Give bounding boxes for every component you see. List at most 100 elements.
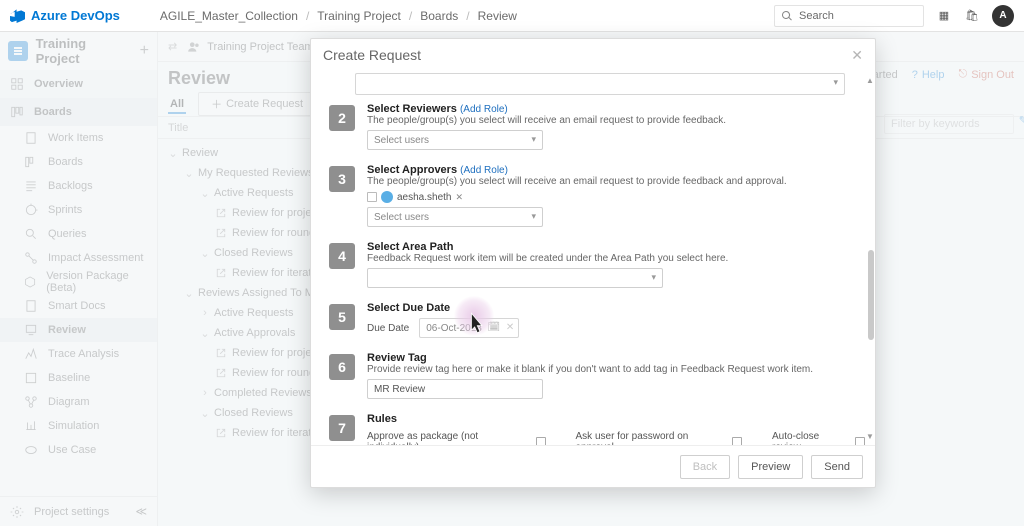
rule-approve-package[interactable]: Approve as package (not individually) — [367, 431, 546, 445]
nav-label: Review — [48, 324, 86, 336]
checkbox-icon[interactable] — [367, 192, 377, 202]
nav-version[interactable]: Version Package (Beta) — [0, 270, 157, 294]
nav-label: Sprints — [48, 204, 82, 216]
duedate-input[interactable]: 06-Oct-2023 🗓 ✕ — [419, 318, 519, 338]
step-reviewers: 2 Select Reviewers (Add Role) The people… — [329, 103, 865, 150]
step-reviewtag: 6 Review Tag Provide review tag here or … — [329, 352, 865, 399]
step-badge: 3 — [329, 166, 355, 192]
add-project-button[interactable]: + — [140, 42, 149, 60]
rule-autoclose[interactable]: Auto-close review — [772, 431, 865, 445]
nav-usecase[interactable]: Use Case — [0, 438, 157, 462]
nav-overview[interactable]: Overview — [0, 70, 157, 98]
search-placeholder: Search — [799, 10, 834, 22]
usecase-icon — [24, 443, 38, 457]
nav-impact[interactable]: Impact Assessment — [0, 246, 157, 270]
back-button[interactable]: Back — [680, 455, 730, 479]
dialog-header: Create Request ✕ — [311, 39, 875, 71]
team-picker[interactable]: Training Project Team ⌄ — [187, 40, 327, 54]
header-tools: ▦ 🛍 A — [936, 5, 1014, 27]
project-header[interactable]: Training Project + — [0, 32, 157, 70]
nav-smartdocs[interactable]: Smart Docs — [0, 294, 157, 318]
nav-review[interactable]: Review — [0, 318, 157, 342]
add-role-link[interactable]: (Add Role) — [460, 165, 508, 176]
step-rules: 7 Rules Approve as package (not individu… — [329, 413, 865, 445]
nav-simulation[interactable]: Simulation — [0, 414, 157, 438]
nav-label: Simulation — [48, 420, 99, 432]
close-icon[interactable]: ✕ — [851, 47, 863, 64]
checkbox-icon[interactable] — [536, 437, 546, 445]
avatar-initial: A — [999, 10, 1006, 21]
nav-label: Smart Docs — [48, 300, 105, 312]
create-request-button[interactable]: ＋ Create Request — [198, 92, 316, 116]
nav-boards-sub[interactable]: Boards — [0, 150, 157, 174]
scrollbar[interactable]: ▲ ▼ — [865, 75, 875, 441]
reviewtag-input[interactable]: MR Review — [367, 379, 543, 399]
brand-label: Azure DevOps — [31, 8, 120, 23]
preview-button[interactable]: Preview — [738, 455, 803, 479]
step-heading: Review Tag — [367, 352, 865, 364]
nav-diagram[interactable]: Diagram — [0, 390, 157, 414]
grid-icon[interactable]: ▦ — [936, 8, 952, 24]
step-heading: Select Approvers — [367, 164, 457, 176]
tab-all[interactable]: All — [168, 95, 186, 113]
tree-label: Review — [182, 147, 218, 159]
project-settings[interactable]: Project settings ≪ — [0, 496, 157, 526]
nav-sprints[interactable]: Sprints — [0, 198, 157, 222]
breadcrumb-item[interactable]: Review — [478, 9, 517, 23]
brand-logo[interactable]: Azure DevOps — [10, 8, 120, 23]
filter-input[interactable]: Filter by keywords — [884, 114, 1014, 134]
nav-queries[interactable]: Queries — [0, 222, 157, 246]
filter-zap-icon[interactable]: ✎ — [1019, 114, 1024, 127]
breadcrumb-item[interactable]: AGILE_Master_Collection — [160, 9, 298, 23]
nav-backlogs[interactable]: Backlogs — [0, 174, 157, 198]
step-approvers: 3 Select Approvers (Add Role) The people… — [329, 164, 865, 227]
tree-label: Reviews Assigned To Me — [198, 287, 320, 299]
clear-icon[interactable]: ✕ — [506, 322, 514, 333]
sidebar: Training Project + Overview Boards Work … — [0, 32, 158, 526]
add-role-link[interactable]: (Add Role) — [460, 104, 508, 115]
nav-label: Baseline — [48, 372, 90, 384]
send-button[interactable]: Send — [811, 455, 863, 479]
approvers-select[interactable]: Select users — [367, 207, 543, 227]
nav-label: Queries — [48, 228, 87, 240]
breadcrumb-item[interactable]: Boards — [420, 9, 458, 23]
request-name-select[interactable] — [355, 73, 845, 95]
collapse-icon[interactable]: ≪ — [135, 505, 147, 518]
user-chip[interactable]: aesha.sheth ✕ — [367, 191, 463, 203]
nav-trace[interactable]: Trace Analysis — [0, 342, 157, 366]
help-action[interactable]: ? Help — [912, 69, 945, 81]
nav-label: Overview — [34, 78, 83, 90]
scroll-thumb[interactable] — [868, 250, 874, 340]
reviewers-select[interactable]: Select users — [367, 130, 543, 150]
step-heading: Select Due Date — [367, 302, 865, 314]
scroll-down-icon[interactable]: ▼ — [865, 431, 875, 441]
step-desc: The people/group(s) you select will rece… — [367, 115, 865, 126]
action-label: Help — [922, 69, 945, 81]
tree-label: Active Requests — [214, 307, 293, 319]
scroll-up-icon[interactable]: ▲ — [865, 75, 875, 85]
boards-icon — [10, 105, 24, 119]
breadcrumb-item[interactable]: Training Project — [317, 9, 401, 23]
checkbox-icon[interactable] — [732, 437, 742, 445]
nav-boards[interactable]: Boards — [0, 98, 157, 126]
nav-label: Diagram — [48, 396, 90, 408]
signout-action[interactable]: ⎋ Sign Out — [958, 68, 1014, 81]
bag-icon[interactable]: 🛍 — [964, 8, 980, 24]
step-desc: Feedback Request work item will be creat… — [367, 253, 865, 264]
step-badge: 7 — [329, 415, 355, 441]
areapath-select[interactable] — [367, 268, 663, 288]
avatar[interactable]: A — [992, 5, 1014, 27]
nav-work-items[interactable]: Work Items — [0, 126, 157, 150]
diagram-icon — [24, 395, 38, 409]
calendar-icon[interactable]: 🗓 — [488, 322, 501, 333]
remove-chip-icon[interactable]: ✕ — [456, 192, 464, 203]
checkbox-icon[interactable] — [855, 437, 865, 445]
nav-baseline[interactable]: Baseline — [0, 366, 157, 390]
search-icon — [781, 10, 793, 22]
tree-label: Closed Reviews — [214, 407, 293, 419]
baseline-icon — [24, 371, 38, 385]
step-badge: 6 — [329, 354, 355, 380]
search-input[interactable]: Search — [774, 5, 924, 27]
rule-password[interactable]: Ask user for password on approval — [576, 431, 743, 445]
open-icon — [216, 228, 226, 238]
